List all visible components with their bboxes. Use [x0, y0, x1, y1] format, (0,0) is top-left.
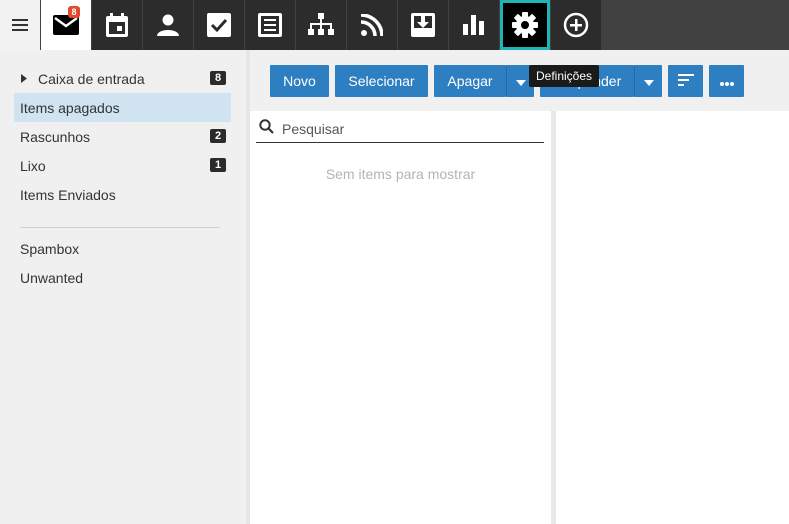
folder-label: Items Enviados [20, 186, 116, 203]
menu-icon[interactable] [0, 0, 40, 50]
tab-statistics[interactable] [449, 0, 499, 50]
reply-dropdown-button[interactable] [634, 65, 662, 97]
chevron-down-icon [515, 73, 526, 89]
folder-label: Items apagados [20, 99, 120, 116]
unread-count-badge: 8 [210, 71, 226, 85]
calendar-icon [105, 13, 129, 37]
tab-contacts[interactable] [143, 0, 193, 50]
unread-badge: 8 [68, 6, 80, 18]
reading-pane [556, 111, 789, 524]
rss-icon [361, 14, 383, 36]
search-box [256, 115, 544, 143]
chevron-down-icon [643, 73, 654, 89]
more-options-button[interactable] [709, 65, 744, 97]
inbox-download-icon [411, 13, 435, 37]
tab-tasks[interactable] [194, 0, 244, 50]
tab-calendar[interactable] [92, 0, 142, 50]
folder-label: Lixo [20, 157, 46, 174]
select-button[interactable]: Selecionar [335, 65, 428, 97]
tasks-icon [207, 13, 231, 37]
folder-sent-items[interactable]: Items Enviados [14, 180, 231, 209]
tab-rss[interactable] [347, 0, 397, 50]
new-button[interactable]: Novo [270, 65, 329, 97]
mail-toolbar: Novo Selecionar Apagar Responder [250, 50, 789, 111]
folder-label: Caixa de entrada [38, 70, 145, 87]
notes-icon [258, 13, 282, 37]
folder-inbox[interactable]: Caixa de entrada 8 [14, 64, 231, 93]
folder-sidebar: Caixa de entrada 8 Items apagados Rascun… [0, 50, 246, 524]
more-horizontal-icon [719, 73, 734, 89]
tab-inbox-download[interactable] [398, 0, 448, 50]
sort-button[interactable] [668, 65, 703, 97]
sidebar-divider [20, 227, 220, 228]
unread-count-badge: 2 [210, 129, 226, 143]
tab-add[interactable] [551, 0, 601, 50]
top-app-bar: 8 [0, 0, 789, 50]
search-input[interactable] [282, 120, 532, 137]
unread-count-badge: 1 [210, 158, 226, 172]
folder-spambox[interactable]: Spambox [14, 234, 231, 263]
contacts-icon [157, 14, 179, 36]
folder-trash[interactable]: Lixo 1 [14, 151, 231, 180]
sort-icon [677, 73, 694, 89]
folder-drafts[interactable]: Rascunhos 2 [14, 122, 231, 151]
tab-notes[interactable] [245, 0, 295, 50]
search-icon [256, 118, 274, 139]
sitemap-icon [307, 13, 335, 37]
mail-icon [53, 15, 79, 35]
expand-caret-icon[interactable] [16, 74, 32, 83]
bar-chart-icon [463, 15, 485, 35]
folder-unwanted[interactable]: Unwanted [14, 263, 231, 292]
folder-label: Spambox [20, 240, 80, 257]
gear-icon [512, 12, 538, 38]
message-list-pane: Sem items para mostrar [250, 111, 551, 524]
folder-label: Unwanted [20, 269, 84, 286]
tab-settings[interactable] [500, 0, 550, 50]
tab-mail[interactable]: 8 [41, 0, 91, 50]
add-circle-icon [563, 12, 589, 38]
empty-list-message: Sem items para mostrar [325, 166, 476, 182]
settings-tooltip: Definições [529, 65, 600, 87]
folder-deleted-items[interactable]: Items apagados [14, 93, 231, 122]
folder-label: Rascunhos [20, 128, 91, 145]
tab-sitemap[interactable] [296, 0, 346, 50]
delete-button[interactable]: Apagar [434, 65, 506, 97]
